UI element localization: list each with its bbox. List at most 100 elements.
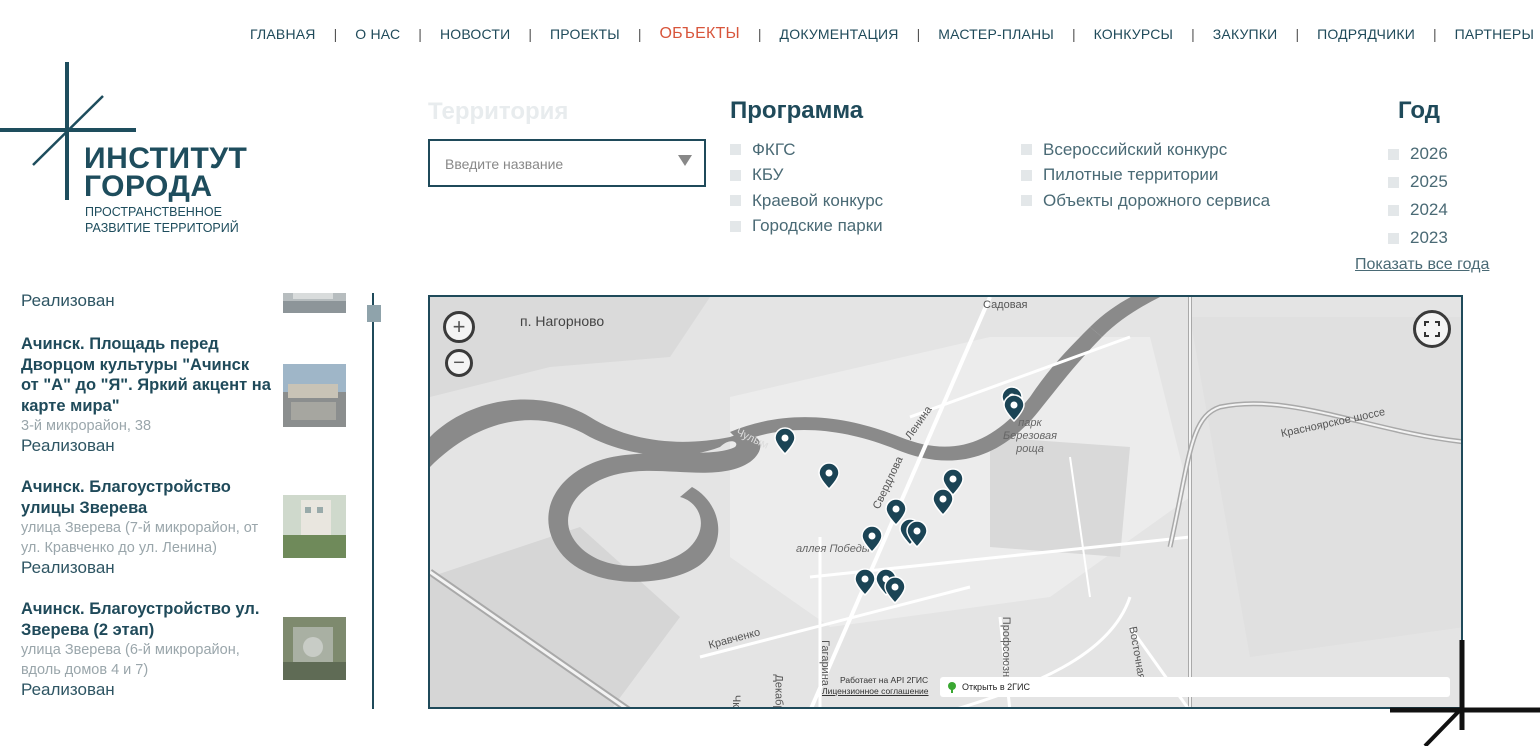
list-item-title[interactable]: Ачинск. Площадь перед Дворцом культуры "…	[21, 334, 271, 416]
nav-separator: |	[757, 26, 762, 42]
list-scrollbar-thumb[interactable]	[367, 305, 381, 322]
map-license-link[interactable]: Лицензионное соглашение	[822, 686, 929, 696]
nav-item-7[interactable]: КОНКУРСЫ	[1094, 26, 1174, 42]
map-pin[interactable]	[906, 520, 928, 549]
list-item-thumbnail[interactable]	[283, 293, 346, 313]
program-option-fkgs[interactable]: ФКГС	[730, 137, 883, 163]
nav-separator: |	[916, 26, 921, 42]
checkbox[interactable]	[1021, 169, 1032, 181]
program-options-col2: Всероссийский конкурс Пилотные территори…	[1021, 137, 1270, 214]
map-pin[interactable]	[861, 525, 883, 554]
list-item-thumbnail[interactable]	[283, 495, 346, 558]
nav-item-3[interactable]: ПРОЕКТЫ	[550, 26, 620, 42]
program-option-regional[interactable]: Краевой конкурс	[730, 188, 883, 214]
nav-item-0[interactable]: ГЛАВНАЯ	[250, 26, 316, 42]
year-option-label: 2026	[1410, 144, 1448, 163]
territory-placeholder: Введите название	[445, 156, 564, 172]
year-option-label: 2023	[1410, 228, 1448, 247]
logo[interactable]: ИНСТИТУТ ГОРОДА ПРОСТРАНСТВЕННОЕ РАЗВИТИ…	[0, 60, 260, 240]
list-item-address: 3-й микрорайон, 38	[21, 418, 152, 434]
program-option-kbu[interactable]: КБУ	[730, 163, 883, 189]
checkbox[interactable]	[730, 195, 741, 207]
year-option-2024[interactable]: 2024	[1388, 196, 1448, 224]
nav-item-1[interactable]: О НАС	[355, 26, 400, 42]
list-item-thumbnail[interactable]	[283, 617, 346, 680]
year-options: 2026 2025 2024 2023	[1388, 140, 1448, 252]
list-scrollbar-track[interactable]	[372, 293, 374, 709]
map-label-alley: аллея Победы	[796, 543, 870, 555]
checkbox[interactable]	[1021, 195, 1032, 207]
nav-item-2[interactable]: НОВОСТИ	[440, 26, 510, 42]
program-title: Программа	[730, 97, 864, 124]
map-label-gagarina: Гагарина	[818, 640, 831, 686]
zoom-in-button[interactable]: +	[443, 311, 475, 343]
fullscreen-icon	[1424, 321, 1440, 337]
checkbox[interactable]	[730, 144, 741, 156]
nav-separator: |	[418, 26, 422, 42]
nav-item-9[interactable]: ПОДРЯДЧИКИ	[1317, 26, 1415, 42]
open-in-2gis-link[interactable]: Открыть в 2ГИС	[962, 682, 1030, 692]
objects-map[interactable]: п. Нагорново Садовая Ленина Чулым Свердл…	[428, 295, 1463, 709]
year-option-label: 2025	[1410, 172, 1448, 191]
list-item-address: улица Зверева (6-й микрорайон, вдоль дом…	[21, 642, 240, 678]
map-pin[interactable]	[774, 427, 796, 456]
program-option-label: Всероссийский конкурс	[1043, 139, 1228, 159]
list-item-address: улица Зверева (7-й микрорайон, от ул. Кр…	[21, 520, 259, 556]
program-options-col1: ФКГС КБУ Краевой конкурс Городские парки	[730, 137, 883, 239]
list-item-title[interactable]: Ачинск. Благоустройство ул. Зверева (2 э…	[21, 599, 271, 640]
program-option-roadservice[interactable]: Объекты дорожного сервиса	[1021, 188, 1270, 214]
map-pin[interactable]	[818, 462, 840, 491]
list-item-thumbnail[interactable]	[283, 364, 346, 427]
program-option-label: КБУ	[752, 165, 784, 185]
map-label-dekabristov: Декабр	[772, 674, 785, 709]
open-in-2gis-bar[interactable]: Открыть в 2ГИС	[940, 677, 1450, 697]
year-title: Год	[1398, 97, 1440, 124]
territory-select[interactable]: Введите название	[428, 139, 706, 187]
dropdown-arrow-icon	[678, 155, 692, 166]
checkbox[interactable]	[1021, 144, 1032, 156]
map-pin[interactable]	[854, 568, 876, 597]
map-attribution-api[interactable]: Работает на API 2ГИС	[840, 675, 928, 685]
program-option-allrussian[interactable]: Всероссийский конкурс	[1021, 137, 1270, 163]
main-nav: ГЛАВНАЯ | О НАС | НОВОСТИ | ПРОЕКТЫ | ОБЪЕКТЫ | ДО…	[250, 24, 1534, 44]
nav-item-8[interactable]: ЗАКУПКИ	[1213, 26, 1278, 42]
program-option-label: Краевой конкурс	[752, 190, 884, 210]
map-pin[interactable]	[1003, 394, 1025, 423]
checkbox[interactable]	[1388, 176, 1399, 188]
nav-item-4[interactable]: ОБЪЕКТЫ	[659, 25, 739, 43]
nav-item-6[interactable]: МАСТЕР-ПЛАНЫ	[938, 26, 1054, 42]
list-item-status: Реализован	[21, 291, 115, 310]
corner-cross-decoration	[1390, 640, 1540, 746]
checkbox[interactable]	[1388, 204, 1399, 216]
logo-tagline-line1: ПРОСТРАНСТВЕННОЕ	[85, 205, 222, 219]
nav-item-10[interactable]: ПАРТНЕРЫ	[1455, 26, 1534, 42]
year-option-2023[interactable]: 2023	[1388, 224, 1448, 252]
nav-item-5[interactable]: ДОКУМЕНТАЦИЯ	[780, 26, 899, 42]
nav-separator: |	[528, 26, 533, 42]
checkbox[interactable]	[730, 169, 741, 181]
zoom-out-button[interactable]: −	[445, 349, 473, 377]
program-option-label: Городские парки	[752, 216, 883, 236]
nav-separator: |	[333, 26, 338, 42]
list-item-status: Реализован	[21, 680, 115, 699]
year-option-2026[interactable]: 2026	[1388, 140, 1448, 168]
year-option-label: 2024	[1410, 200, 1448, 219]
program-option-pilot[interactable]: Пилотные территории	[1021, 163, 1270, 189]
map-pin[interactable]	[932, 488, 954, 517]
2gis-icon	[948, 682, 956, 693]
show-all-years-link[interactable]: Показать все года	[1355, 256, 1489, 274]
map-label-sadovaya: Садовая	[983, 299, 1028, 311]
program-option-label: Объекты дорожного сервиса	[1043, 190, 1271, 210]
checkbox[interactable]	[1388, 232, 1399, 244]
year-option-2025[interactable]: 2025	[1388, 168, 1448, 196]
program-option-parks[interactable]: Городские парки	[730, 214, 883, 240]
nav-separator: |	[1071, 26, 1076, 42]
checkbox[interactable]	[730, 220, 741, 232]
checkbox[interactable]	[1388, 148, 1399, 160]
map-pin[interactable]	[884, 576, 906, 605]
fullscreen-button[interactable]	[1413, 310, 1451, 348]
list-item-title[interactable]: Ачинск. Благоустройство улицы Зверева	[21, 477, 271, 518]
territory-label: Территория	[428, 98, 569, 125]
logo-tagline-line2: РАЗВИТИЕ ТЕРРИТОРИЙ	[85, 221, 239, 235]
list-item-status: Реализован	[21, 436, 115, 455]
